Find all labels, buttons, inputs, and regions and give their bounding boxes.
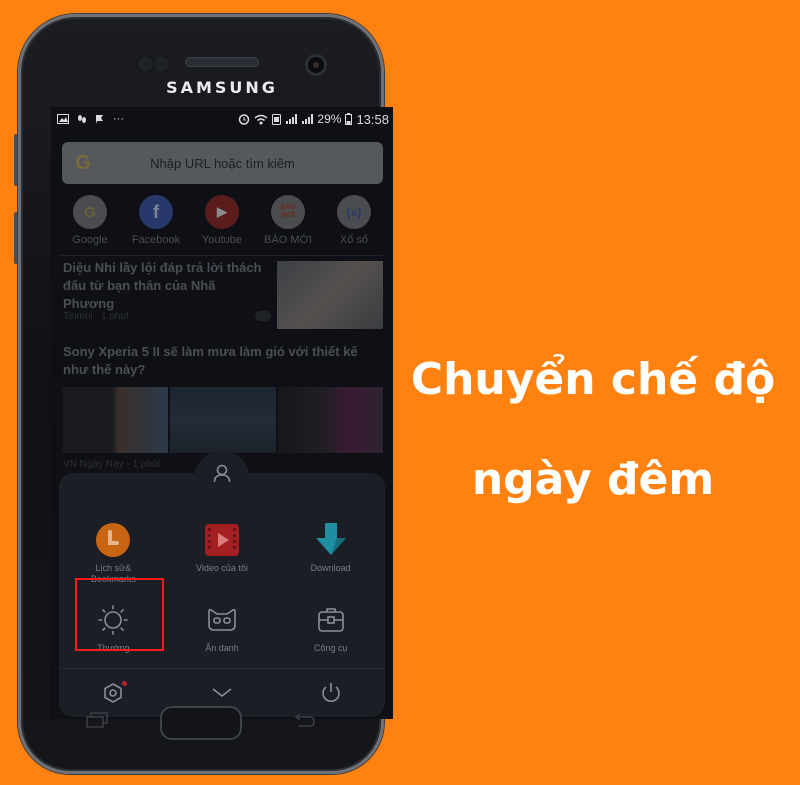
recent-apps-key[interactable] bbox=[86, 712, 108, 728]
browser-content: G Nhập URL hoặc tìm kiếm G Google f Face… bbox=[51, 131, 393, 719]
news-images bbox=[63, 387, 383, 453]
menu-label: Ẩn danh bbox=[205, 643, 239, 653]
chevron-down-icon bbox=[212, 688, 232, 698]
signal-icon-1 bbox=[286, 114, 298, 124]
news-title: Diệu Nhi lầy lội đáp trả lời thách đấu t… bbox=[63, 260, 262, 311]
youtube-icon: ▶ bbox=[205, 195, 239, 229]
user-icon[interactable] bbox=[212, 463, 232, 483]
shortcut-baomoi[interactable]: BÁO MỚI BÁO MỚI bbox=[257, 195, 319, 246]
menu-label: Video của tôi bbox=[196, 563, 248, 573]
news-time: 1 phút bbox=[132, 459, 161, 470]
more-icon: ··· bbox=[113, 113, 124, 125]
shortcut-label: Xổ số bbox=[339, 234, 369, 246]
phone-frame: SAMSUNG ··· 29% 13:58 G Nhập URL hoặc tì… bbox=[18, 14, 393, 774]
download-arrow-icon bbox=[312, 521, 350, 559]
caption-line-2: ngày đêm bbox=[471, 454, 715, 505]
status-bar: ··· 29% 13:58 bbox=[51, 107, 393, 131]
shortcut-facebook[interactable]: f Facebook bbox=[125, 195, 187, 246]
exit-button[interactable] bbox=[301, 673, 361, 713]
baomoi-icon: BÁO MỚI bbox=[271, 195, 305, 229]
caption-line-1: Chuyển chế độ bbox=[410, 354, 776, 405]
flag-icon bbox=[96, 115, 103, 124]
light-sensor bbox=[153, 55, 171, 73]
news-meta: Tinmoi 1 phút bbox=[63, 311, 129, 322]
caption: Chuyển chế độ ngày đêm bbox=[398, 330, 788, 530]
google-icon: G bbox=[73, 195, 107, 229]
data-saver-icon bbox=[272, 113, 282, 125]
battery-icon bbox=[345, 113, 353, 125]
menu-label: Công cụ bbox=[313, 643, 348, 653]
mask-icon bbox=[203, 601, 241, 639]
url-search-bar[interactable]: G Nhập URL hoặc tìm kiếm bbox=[62, 142, 383, 184]
video-icon bbox=[203, 521, 241, 559]
shortcut-label: Google bbox=[72, 234, 108, 246]
home-button[interactable] bbox=[160, 706, 242, 740]
signal-icon-2 bbox=[302, 114, 314, 124]
search-placeholder: Nhập URL hoặc tìm kiếm bbox=[150, 155, 295, 171]
shortcut-label: BÁO MỚI bbox=[264, 234, 312, 246]
news-image bbox=[63, 387, 169, 453]
power-icon bbox=[321, 683, 340, 702]
news-thumbnail bbox=[277, 261, 383, 329]
shortcut-label: Youtube bbox=[202, 234, 242, 246]
battery-percent: 29% bbox=[317, 112, 342, 126]
settings-button[interactable] bbox=[83, 673, 143, 713]
settings-icon bbox=[104, 683, 123, 703]
alarm-icon bbox=[239, 114, 250, 125]
menu-history-bookmarks[interactable]: Lịch sử& Bookmarks bbox=[59, 491, 168, 591]
shortcut-label: Facebook bbox=[131, 234, 181, 246]
front-camera bbox=[305, 54, 327, 76]
clock: 13:58 bbox=[356, 111, 389, 127]
news-source: Tinmoi bbox=[63, 311, 93, 322]
earpiece-speaker bbox=[185, 57, 259, 67]
speed-dial: G Google f Facebook ▶ Youtube BÁO MỚI BÁ… bbox=[51, 195, 393, 246]
divider bbox=[61, 255, 383, 256]
shortcut-google[interactable]: G Google bbox=[59, 195, 121, 246]
highlight-box bbox=[75, 578, 164, 651]
news-image bbox=[277, 387, 383, 453]
dismiss-icon[interactable] bbox=[255, 311, 271, 321]
clock-icon bbox=[94, 521, 132, 559]
shortcut-youtube[interactable]: ▶ Youtube bbox=[191, 195, 253, 246]
back-key[interactable] bbox=[294, 712, 316, 728]
google-icon: G bbox=[75, 151, 91, 174]
xoso-icon: (x) bbox=[337, 195, 371, 229]
facebook-icon: f bbox=[139, 195, 173, 229]
footprint-icon bbox=[78, 114, 86, 123]
menu-my-videos[interactable]: Video của tôi bbox=[168, 491, 277, 591]
menu-label: Download bbox=[310, 563, 351, 573]
toolbox-icon bbox=[312, 601, 350, 639]
news-time: 1 phút bbox=[100, 311, 129, 322]
news-image bbox=[170, 387, 276, 453]
news-source: VN Ngày Nay bbox=[63, 459, 124, 470]
menu-tools[interactable]: Công cụ bbox=[276, 595, 385, 667]
brand-logo: SAMSUNG bbox=[166, 78, 278, 97]
menu-incognito[interactable]: Ẩn danh bbox=[168, 595, 277, 667]
news-title: Sony Xperia 5 II sẽ làm mưa làm gió với … bbox=[63, 344, 358, 377]
gallery-icon bbox=[57, 114, 69, 124]
screen: ··· 29% 13:58 G Nhập URL hoặc tìm kiếm G bbox=[51, 107, 393, 719]
shortcut-xoso[interactable]: (x) Xổ số bbox=[323, 195, 385, 246]
news-item[interactable]: Diệu Nhi lầy lội đáp trả lời thách đấu t… bbox=[63, 259, 383, 331]
wifi-icon bbox=[254, 114, 268, 124]
notification-badge bbox=[122, 681, 128, 686]
menu-download[interactable]: Download bbox=[276, 491, 385, 591]
